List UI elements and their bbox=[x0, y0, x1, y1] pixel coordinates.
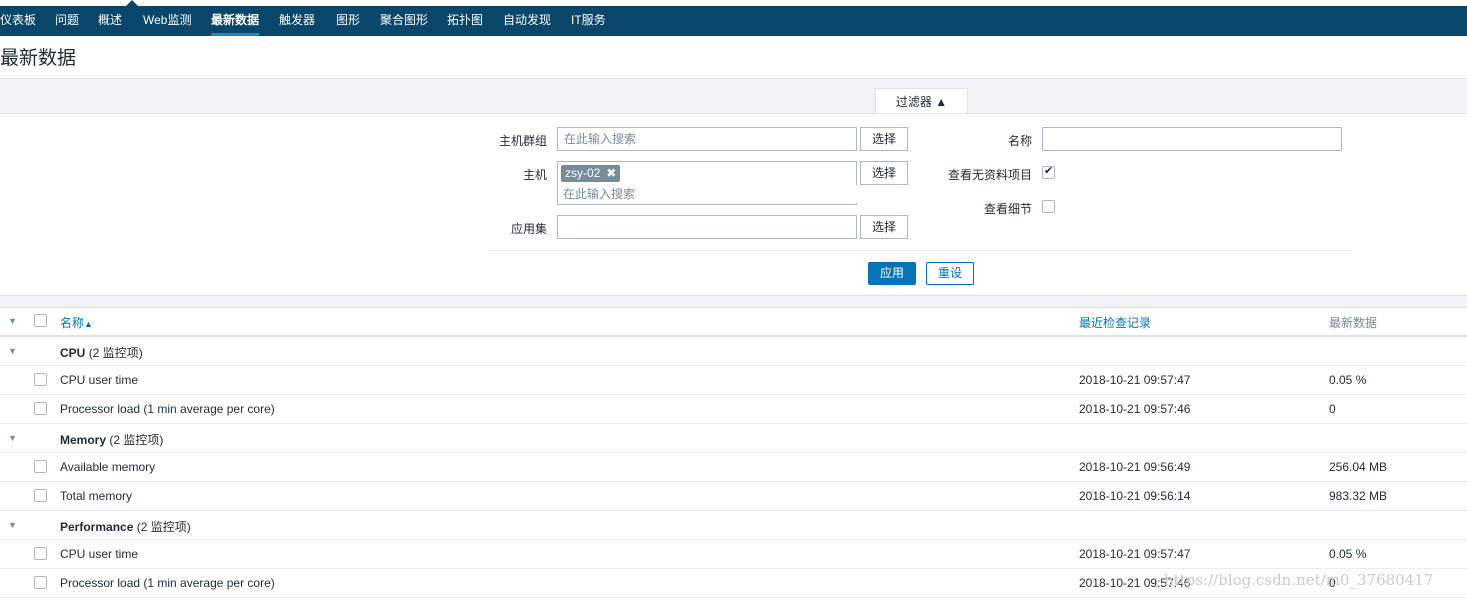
group-name: Memory (2 监控项) bbox=[60, 433, 164, 447]
item-last-value: 256.04 MB bbox=[1329, 460, 1388, 474]
column-header-last-value: 最新数据 bbox=[1329, 316, 1378, 330]
nav-item-latest-data[interactable]: 最新数据 bbox=[211, 6, 260, 36]
select-all-checkbox[interactable] bbox=[34, 314, 47, 327]
remove-chip-icon[interactable]: ✖ bbox=[606, 165, 616, 182]
nav-item-dashboard[interactable]: 仪表板 bbox=[0, 6, 36, 36]
item-last-value: 983.32 MB bbox=[1329, 489, 1388, 503]
host-select-button[interactable]: 选择 bbox=[860, 161, 908, 185]
apply-button[interactable]: 应用 bbox=[868, 262, 916, 285]
item-name: Total memory bbox=[60, 489, 133, 503]
show-without-data-checkbox[interactable] bbox=[1042, 165, 1055, 179]
name-input[interactable] bbox=[1042, 127, 1342, 151]
application-input[interactable] bbox=[557, 215, 857, 239]
group-name: CPU (2 监控项) bbox=[60, 346, 143, 360]
row-checkbox[interactable] bbox=[34, 489, 47, 502]
table-row: Available memory 2018-10-21 09:56:49 256… bbox=[0, 453, 1467, 482]
main-nav: 仪表板 问题 概述 Web监测 最新数据 触发器 图形 聚合图形 拓扑图 自动发… bbox=[0, 6, 1467, 36]
table-row: Total memory 2018-10-21 09:56:14 983.32 … bbox=[0, 482, 1467, 511]
collapse-group-icon[interactable]: ▼ bbox=[8, 346, 17, 356]
nav-item-web[interactable]: Web监测 bbox=[143, 6, 191, 36]
item-last-value: 0.05 % bbox=[1329, 547, 1367, 561]
item-last-check: 2018-10-21 09:57:47 bbox=[1079, 373, 1191, 387]
show-without-data-label: 查看无资料项目 bbox=[947, 168, 1032, 182]
column-header-name[interactable]: 名称▲ bbox=[60, 314, 93, 331]
row-checkbox[interactable] bbox=[34, 402, 47, 415]
show-details-label: 查看细节 bbox=[983, 202, 1032, 216]
row-checkbox[interactable] bbox=[34, 576, 47, 589]
nav-item-maps[interactable]: 拓扑图 bbox=[447, 6, 483, 36]
watermark: https://blog.csdn.net/m0_37680417 bbox=[1164, 571, 1434, 589]
host-chip-label: zsy-02 bbox=[565, 166, 601, 180]
item-last-value: 0 bbox=[1329, 402, 1336, 416]
host-search-input[interactable] bbox=[559, 185, 857, 203]
nav-item-screens[interactable]: 聚合图形 bbox=[380, 6, 428, 36]
host-group-select-button[interactable]: 选择 bbox=[860, 127, 908, 151]
item-last-check: 2018-10-21 09:57:46 bbox=[1079, 402, 1191, 416]
row-checkbox[interactable] bbox=[34, 373, 47, 386]
page-title: 最新数据 bbox=[0, 48, 77, 69]
item-name: CPU user time bbox=[60, 547, 139, 561]
table-row: Processor load (1 min average per core) … bbox=[0, 395, 1467, 424]
sort-asc-icon: ▲ bbox=[84, 319, 93, 329]
nav-item-discovery[interactable]: 自动发现 bbox=[503, 6, 551, 36]
application-label: 应用集 bbox=[510, 222, 547, 236]
collapse-group-icon[interactable]: ▼ bbox=[8, 433, 17, 443]
item-name: Processor load (1 min average per core) bbox=[60, 576, 275, 590]
table-row: CPU user time 2018-10-21 09:57:47 0.05 % bbox=[0, 540, 1467, 569]
nav-item-triggers[interactable]: 触发器 bbox=[279, 6, 315, 36]
item-name: Processor load (1 min average per core) bbox=[60, 402, 275, 416]
host-chip: zsy-02 ✖ bbox=[561, 165, 621, 182]
filter-separator bbox=[488, 250, 1352, 251]
nav-item-graphs[interactable]: 图形 bbox=[336, 6, 360, 36]
collapse-group-icon[interactable]: ▼ bbox=[8, 520, 17, 530]
nav-item-overview[interactable]: 概述 bbox=[98, 6, 122, 36]
table-row: CPU user time 2018-10-21 09:57:47 0.05 % bbox=[0, 366, 1467, 395]
item-name: CPU user time bbox=[60, 373, 139, 387]
group-row: ▼ Memory (2 监控项) bbox=[0, 424, 1467, 453]
item-last-check: 2018-10-21 09:56:14 bbox=[1079, 489, 1191, 503]
collapse-all-icon[interactable]: ▼ bbox=[8, 316, 17, 326]
application-select-button[interactable]: 选择 bbox=[860, 215, 908, 239]
host-group-label: 主机群组 bbox=[498, 134, 547, 148]
item-name: Available memory bbox=[60, 460, 156, 474]
host-label: 主机 bbox=[522, 168, 547, 182]
row-checkbox[interactable] bbox=[34, 547, 47, 560]
reset-button[interactable]: 重设 bbox=[926, 262, 974, 285]
item-last-check: 2018-10-21 09:56:49 bbox=[1079, 460, 1191, 474]
nav-item-problems[interactable]: 问题 bbox=[55, 6, 79, 36]
group-row: ▼ Performance (2 监控项) bbox=[0, 511, 1467, 540]
table-header: ▼ 名称▲ 最近检查记录 最新数据 bbox=[0, 307, 1467, 337]
filter-header-band bbox=[0, 78, 1467, 114]
row-checkbox[interactable] bbox=[34, 460, 47, 473]
filter-toggle-tab[interactable]: 过滤器 ▲ bbox=[875, 88, 968, 113]
group-name: Performance (2 监控项) bbox=[60, 520, 191, 534]
column-header-last-check[interactable]: 最近检查记录 bbox=[1079, 314, 1151, 331]
group-row: ▼ CPU (2 监控项) bbox=[0, 337, 1467, 366]
item-last-check: 2018-10-21 09:57:47 bbox=[1079, 547, 1191, 561]
show-details-checkbox[interactable] bbox=[1042, 200, 1055, 213]
nav-item-it-services[interactable]: IT服务 bbox=[571, 6, 606, 36]
item-last-value: 0.05 % bbox=[1329, 373, 1367, 387]
name-label: 名称 bbox=[1007, 134, 1032, 148]
host-group-input[interactable] bbox=[557, 127, 857, 151]
host-multiselect[interactable]: zsy-02 ✖ bbox=[557, 161, 857, 205]
